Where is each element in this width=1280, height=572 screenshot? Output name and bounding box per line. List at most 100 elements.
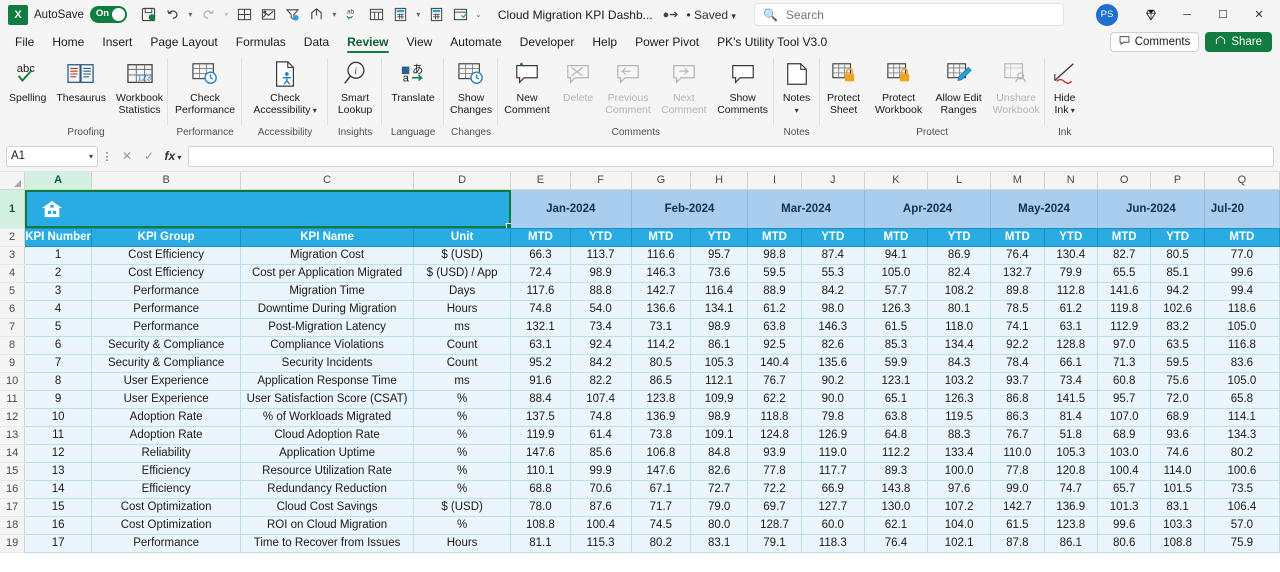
comments-button[interactable]: Comments bbox=[1109, 32, 1200, 52]
cell-kpi-group[interactable]: Performance bbox=[91, 282, 242, 301]
cell-kpi-number[interactable]: 14 bbox=[24, 480, 93, 499]
autosave-toggle[interactable]: On bbox=[89, 6, 127, 23]
chevron-down-icon[interactable]: ▾ bbox=[89, 152, 93, 161]
cancel-icon[interactable]: ✕ bbox=[116, 149, 138, 163]
column-header-b[interactable]: B bbox=[91, 172, 242, 190]
cell-value[interactable]: 114.1 bbox=[1204, 408, 1280, 427]
cell-value[interactable]: 65.5 bbox=[1097, 264, 1152, 283]
pivot-table-icon[interactable] bbox=[365, 3, 388, 26]
document-title[interactable]: Cloud Migration KPI Dashb... bbox=[498, 8, 653, 22]
cell-value[interactable]: 95.2 bbox=[510, 354, 571, 373]
cell-value[interactable]: 98.9 bbox=[570, 264, 632, 283]
cell-value[interactable]: 72.7 bbox=[690, 480, 749, 499]
cell-value[interactable]: 109.1 bbox=[690, 426, 749, 445]
cell-value[interactable]: 134.3 bbox=[1204, 426, 1280, 445]
cell-value[interactable]: 146.3 bbox=[801, 318, 865, 337]
table-row[interactable]: 4 2 Cost Efficiency Cost per Application Mi… bbox=[0, 264, 1280, 283]
new-comment-button[interactable]: New Comment bbox=[498, 56, 556, 116]
cell-value[interactable]: 60.0 bbox=[801, 516, 865, 535]
table-row[interactable]: 6 4 Performance Downtime During Migration Ho… bbox=[0, 300, 1280, 319]
cell-value[interactable]: 72.0 bbox=[1150, 390, 1205, 409]
cell-value[interactable]: 71.3 bbox=[1097, 354, 1152, 373]
home-house-icon[interactable] bbox=[41, 199, 63, 219]
cell-value[interactable]: 105.0 bbox=[1204, 318, 1280, 337]
share-chevron-down-icon[interactable]: ▾ bbox=[329, 3, 340, 26]
column-header-e[interactable]: E bbox=[510, 172, 571, 190]
table-row[interactable]: 17 15 Cost Optimization Cloud Cost Savings $… bbox=[0, 498, 1280, 517]
cell-value[interactable]: 65.7 bbox=[1097, 480, 1152, 499]
cell-value[interactable]: 104.1 bbox=[864, 552, 929, 553]
column-header-c[interactable]: C bbox=[240, 172, 414, 190]
cell-value[interactable]: 73.8 bbox=[631, 426, 691, 445]
cell-value[interactable]: 115.3 bbox=[570, 534, 632, 553]
cell-value[interactable]: 109.9 bbox=[690, 390, 749, 409]
cell-value[interactable]: 86.1 bbox=[1044, 534, 1098, 553]
cell-kpi-group[interactable]: User Experience bbox=[91, 390, 242, 409]
cell-kpi-number[interactable]: 17 bbox=[24, 534, 93, 553]
search-box[interactable]: 🔍 Search bbox=[753, 3, 1064, 26]
cell-value[interactable]: 83.1 bbox=[1150, 498, 1205, 517]
cell-value[interactable]: 73.4 bbox=[570, 318, 632, 337]
show-changes-button[interactable]: Show Changes bbox=[444, 56, 498, 116]
cell-value[interactable]: 130.0 bbox=[864, 498, 929, 517]
cell-value[interactable]: 103.2 bbox=[927, 372, 992, 391]
cell-value[interactable]: 65.1 bbox=[864, 390, 929, 409]
cell-value[interactable]: 57.0 bbox=[1204, 516, 1280, 535]
cell-value[interactable]: 93.6 bbox=[1150, 426, 1205, 445]
cell-value[interactable]: 135.6 bbox=[801, 354, 865, 373]
cell-value[interactable]: 80.2 bbox=[631, 534, 691, 553]
cell-value[interactable]: 126.3 bbox=[864, 300, 929, 319]
cell-value[interactable]: 85.6 bbox=[570, 444, 632, 463]
cell-value[interactable]: 126.9 bbox=[801, 426, 865, 445]
cell-value[interactable]: 140.4 bbox=[747, 354, 802, 373]
cell-value[interactable]: 80.0 bbox=[690, 516, 749, 535]
cell-value[interactable]: 130.4 bbox=[1044, 246, 1098, 265]
table-row[interactable]: 16 14 Efficiency Redundancy Reduction% 68.8 7… bbox=[0, 480, 1280, 499]
cell-value[interactable]: 74.7 bbox=[1044, 480, 1098, 499]
cell-value[interactable]: 108.8 bbox=[510, 516, 571, 535]
cell-value[interactable]: 117.6 bbox=[510, 282, 571, 301]
cell-value[interactable]: 77.8 bbox=[747, 462, 802, 481]
cell-value[interactable]: 88.3 bbox=[927, 426, 992, 445]
cell-value[interactable]: 67.1 bbox=[631, 480, 691, 499]
cell-value[interactable]: 102.1 bbox=[927, 534, 992, 553]
cell-value[interactable]: 101.5 bbox=[1150, 480, 1205, 499]
minimize-button[interactable]: ─ bbox=[1170, 2, 1204, 28]
share-arrow-icon[interactable] bbox=[305, 3, 328, 26]
tab-view[interactable]: View bbox=[398, 33, 442, 53]
cell-value[interactable]: 98.0 bbox=[801, 300, 865, 319]
protect-sheet-button[interactable]: Protect Sheet bbox=[820, 56, 868, 116]
row-header-11[interactable]: 11 bbox=[0, 390, 26, 409]
show-comments-button[interactable]: Show Comments bbox=[712, 56, 774, 116]
cell-value[interactable]: 142.7 bbox=[631, 282, 691, 301]
cell-value[interactable]: 91.5 bbox=[747, 552, 802, 553]
cell-value[interactable]: 99.0 bbox=[990, 480, 1045, 499]
cell-kpi-name[interactable]: Cost per Application Migrated bbox=[240, 264, 414, 283]
tab-insert[interactable]: Insert bbox=[93, 33, 141, 53]
spelling-button[interactable]: abc Spelling bbox=[4, 56, 51, 104]
cell-value[interactable]: 91.6 bbox=[510, 372, 571, 391]
cell-value[interactable]: 100.4 bbox=[570, 516, 632, 535]
hide-ink-button[interactable]: Hide Ink ▾ bbox=[1045, 56, 1085, 117]
column-header-k[interactable]: K bbox=[864, 172, 929, 190]
select-all-corner[interactable] bbox=[0, 172, 26, 190]
tab-page-layout[interactable]: Page Layout bbox=[141, 33, 226, 53]
row-header-4[interactable]: 4 bbox=[0, 264, 26, 283]
cell-value[interactable]: 105.3 bbox=[1044, 444, 1098, 463]
cell-value[interactable]: 117.7 bbox=[801, 462, 865, 481]
tab-pks-utility-tool[interactable]: PK's Utility Tool V3.0 bbox=[708, 33, 836, 53]
cell-kpi-number[interactable]: 4 bbox=[24, 300, 93, 319]
notes-button[interactable]: Notes ▾ bbox=[774, 56, 820, 117]
cell-value[interactable]: 76.4 bbox=[990, 246, 1045, 265]
column-header-l[interactable]: L bbox=[927, 172, 992, 190]
table-row[interactable]: 12 10 Adoption Rate% of Workloads Migrated… bbox=[0, 408, 1280, 427]
cell-unit[interactable]: % bbox=[413, 552, 512, 553]
cell-value[interactable]: 63.5 bbox=[1150, 336, 1205, 355]
cell-value[interactable]: 84.3 bbox=[927, 354, 992, 373]
cell-value[interactable]: 84.2 bbox=[570, 354, 632, 373]
cell-value[interactable]: 104.0 bbox=[927, 516, 992, 535]
cell-value[interactable]: 116.4 bbox=[690, 282, 749, 301]
cell-value[interactable]: 83.1 bbox=[690, 534, 749, 553]
cell-value[interactable]: 62.2 bbox=[747, 390, 802, 409]
cell-value[interactable]: 64.8 bbox=[864, 426, 929, 445]
